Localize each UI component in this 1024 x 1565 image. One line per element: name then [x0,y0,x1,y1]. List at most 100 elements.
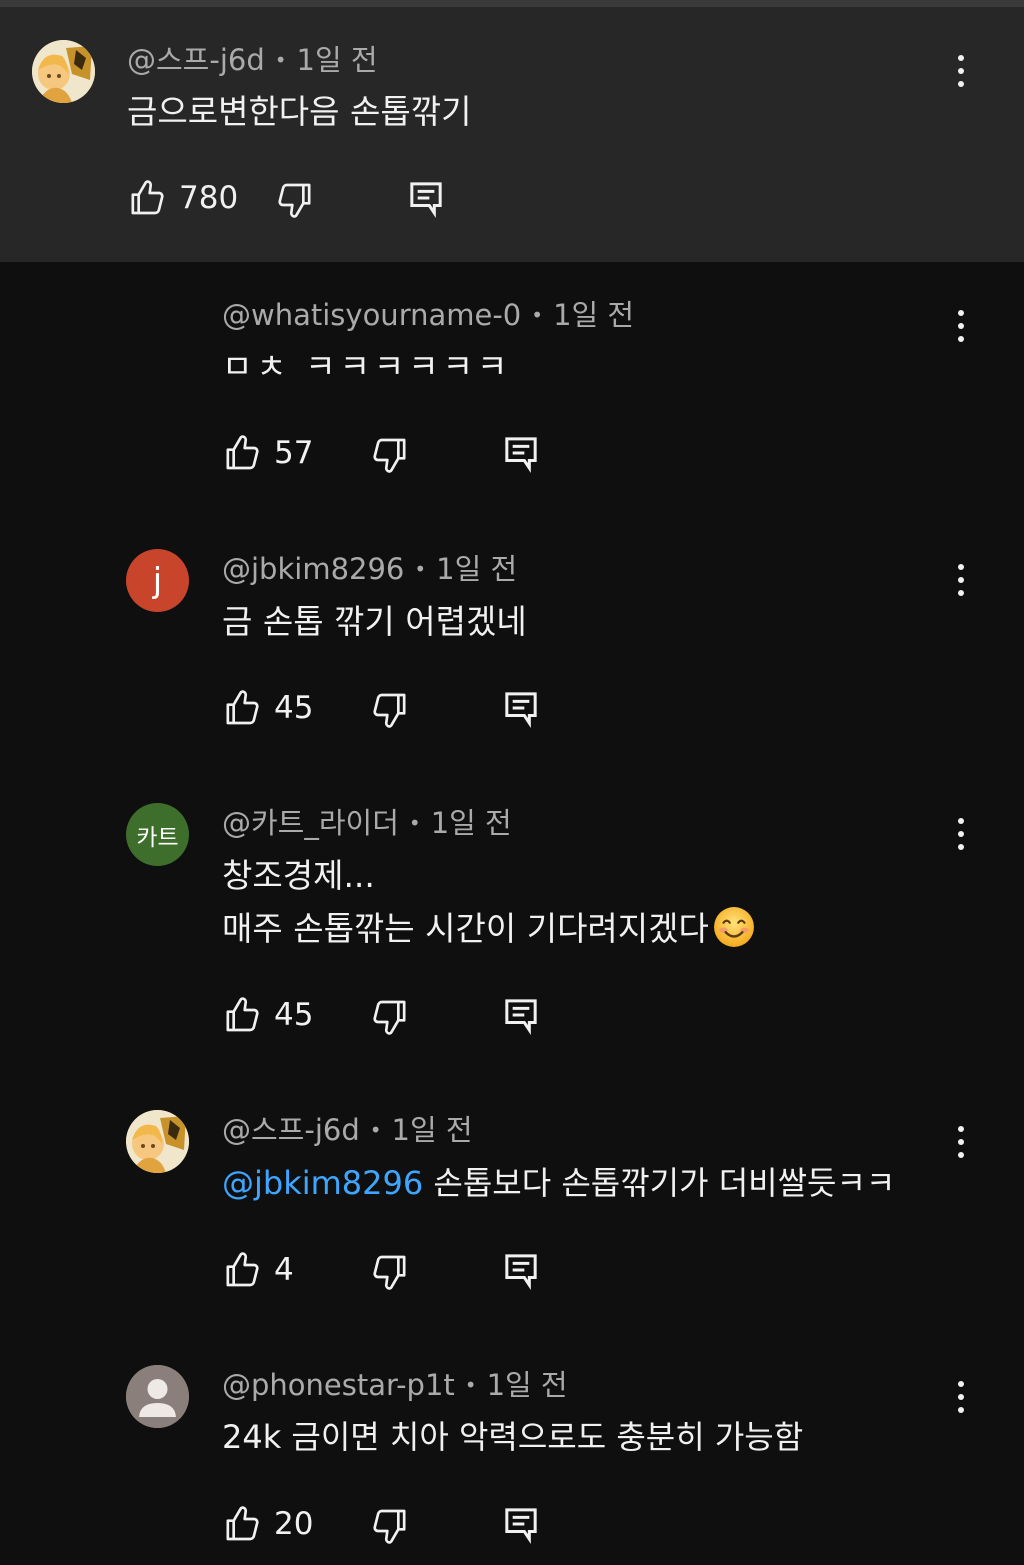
thumbs-down-icon [278,183,311,218]
comment-actions: 4 [222,1250,642,1294]
avatar[interactable] [126,1110,189,1173]
like-count: 4 [274,1252,294,1288]
thumbs-up-icon [226,997,259,1032]
author-name[interactable]: @스프-j6d [127,43,265,77]
comment-meta: @스프-j6d • 1일 전 [222,1112,473,1150]
thumbs-up-icon [226,1506,259,1541]
comment-time[interactable]: 1일 전 [553,298,634,332]
comment-actions: 20 [222,1504,642,1548]
avatar[interactable] [32,40,95,103]
reply-button[interactable] [501,995,541,1039]
comment-text-line: 24k 금이면 치아 악력으로도 충분히 가능함 [222,1418,804,1456]
like-button[interactable]: 45 [222,995,313,1035]
reply-comment-icon [410,182,442,218]
like-button[interactable]: 57 [222,433,313,473]
like-count: 57 [274,435,314,471]
reply-button[interactable] [501,433,541,477]
author-name[interactable]: @스프-j6d [222,1113,360,1147]
like-button[interactable]: 780 [127,178,238,218]
thumbs-up-icon [226,1252,259,1287]
reply-button[interactable] [501,1250,541,1294]
like-count: 45 [274,997,314,1033]
comment-meta: @카트_라이더 • 1일 전 [222,805,512,843]
more-vertical-icon[interactable] [951,306,971,346]
meta-separator: • [414,557,427,581]
like-button[interactable]: 20 [222,1504,313,1544]
anime-avatar-icon [32,40,95,103]
comment-text-line: 금으로변한다음 손톱깎기 [127,92,472,131]
thumbs-down-icon [373,1509,406,1544]
comment-text: ㅁㅊ ㅋㅋㅋㅋㅋㅋ [222,340,511,393]
dislike-button[interactable] [370,997,410,1041]
top-divider [0,0,1024,7]
comment-time[interactable]: 1일 전 [392,1113,473,1147]
author-name[interactable]: @jbkim8296 [222,552,404,586]
avatar[interactable]: 카트 [126,803,189,866]
comment-meta: @phonestar-p1t • 1일 전 [222,1367,568,1405]
comment-actions: 57 [222,433,642,477]
avatar[interactable]: j [126,549,189,612]
more-vertical-icon[interactable] [951,560,971,600]
comment-text-line: 금 손톱 깎기 어렵겠네 [222,602,527,641]
thumbs-down-icon [373,1000,406,1035]
thumbs-down-icon [373,1255,406,1290]
avatar-letter: j [152,560,163,601]
like-count: 45 [274,690,314,726]
dislike-button[interactable] [370,1506,410,1550]
comment-text: 금으로변한다음 손톱깎기 [127,85,471,138]
comment-time[interactable]: 1일 전 [297,43,378,77]
more-vertical-icon[interactable] [951,1377,971,1417]
smiling-face-emoji-icon [713,907,754,947]
mention-link[interactable]: @jbkim8296 [222,1164,423,1202]
comment-meta: @스프-j6d • 1일 전 [127,42,378,80]
comment-text: @jbkim8296 손톱보다 손톱깎기가 더비쌀듯ㅋㅋ [222,1157,895,1210]
like-count: 20 [274,1506,314,1542]
comment-text: 창조경제... 매주 손톱깎는 시간이 기다려지겠다 [222,849,755,955]
author-name[interactable]: @whatisyourname-0 [222,298,521,332]
like-button[interactable]: 45 [222,688,313,728]
comment-text-line: ㅁㅊ ㅋㅋㅋㅋㅋㅋ [222,347,512,386]
meta-separator: • [369,1118,382,1142]
dislike-button[interactable] [370,435,410,479]
reply-comment-icon [505,1254,537,1290]
author-name[interactable]: @카트_라이더 [222,806,399,840]
comment-actions: 780 [127,178,547,222]
reply-button[interactable] [406,178,446,222]
comment-time[interactable]: 1일 전 [431,806,512,840]
thumbs-down-icon [373,438,406,473]
comment-text-line-2: 매주 손톱깎는 시간이 기다려지겠다 [222,902,755,955]
reply-comment-icon [505,999,537,1035]
comment-text-line: 창조경제... [222,856,375,895]
comment-actions: 45 [222,995,642,1039]
dislike-button[interactable] [275,180,315,224]
reply-button[interactable] [501,1504,541,1548]
meta-separator: • [274,48,287,72]
reply-comment-icon [505,437,537,473]
comment-text-line: 매주 손톱깎는 시간이 기다려지겠다 [222,909,709,948]
reply-comment-icon [505,692,537,728]
default-person-icon [126,1365,189,1428]
comment-time[interactable]: 1일 전 [436,552,517,586]
like-count: 780 [179,180,239,216]
like-button[interactable]: 4 [222,1250,294,1290]
author-name[interactable]: @phonestar-p1t [222,1368,455,1402]
more-vertical-icon[interactable] [951,1122,971,1162]
avatar-letter: 카트 [136,824,179,851]
more-vertical-icon[interactable] [951,51,971,91]
thumbs-up-icon [226,690,259,725]
reply-button[interactable] [501,688,541,732]
dislike-button[interactable] [370,690,410,734]
avatar[interactable] [126,1365,189,1428]
reply-comment-icon [505,1508,537,1544]
comment-actions: 45 [222,688,642,732]
more-vertical-icon[interactable] [951,814,971,854]
comment-meta: @whatisyourname-0 • 1일 전 [222,297,634,335]
dislike-button[interactable] [370,1252,410,1296]
meta-separator: • [531,303,544,327]
comment-time[interactable]: 1일 전 [487,1368,568,1402]
thumbs-up-icon [131,180,164,215]
thumbs-down-icon [373,693,406,728]
comment-text: 금 손톱 깎기 어렵겠네 [222,595,527,648]
thumbs-up-icon [226,435,259,470]
comment-text: 24k 금이면 치아 악력으로도 충분히 가능함 [222,1411,803,1464]
